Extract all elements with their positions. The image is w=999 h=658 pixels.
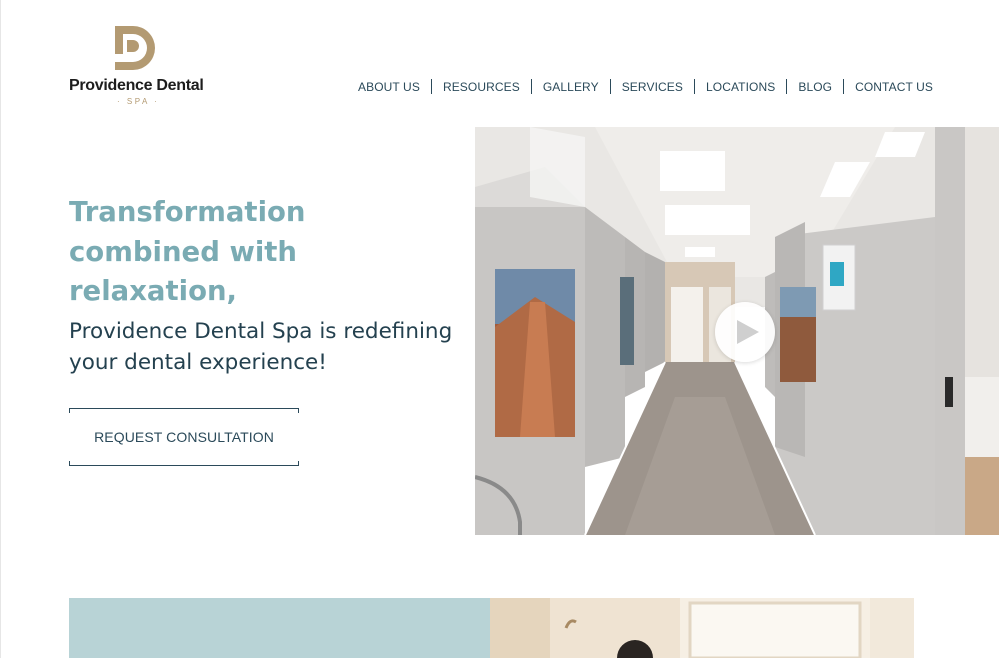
lower-interior-image: [490, 598, 914, 658]
subhead-line-2: your dental experience!: [69, 350, 327, 375]
nav-gallery[interactable]: GALLERY: [543, 80, 599, 94]
lower-accent-panel: [69, 598, 490, 658]
request-consultation-button[interactable]: REQUEST CONSULTATION: [69, 408, 299, 466]
page-edge-rule: [0, 0, 1, 658]
brand-name: Providence Dental: [69, 77, 204, 94]
nav-separator: [843, 79, 845, 94]
nav-separator: [786, 79, 788, 94]
headline-line-1: Transformation: [69, 196, 306, 228]
subhead-line-1: Providence Dental Spa is redefining: [69, 319, 453, 344]
nav-locations[interactable]: LOCATIONS: [706, 80, 775, 94]
interior-illustration: [490, 598, 914, 658]
headline-line-2: combined with: [69, 235, 298, 268]
nav-blog[interactable]: BLOG: [798, 80, 832, 94]
nav-contact-us[interactable]: CONTACT US: [855, 80, 933, 94]
play-icon: [737, 320, 759, 344]
headline-line-3: relaxation,: [69, 275, 237, 307]
hero-headline: Transformation combined with relaxation,: [69, 193, 449, 312]
nav-services[interactable]: SERVICES: [622, 80, 683, 94]
logo-mark-icon: [115, 26, 155, 70]
nav-separator: [430, 79, 432, 94]
hero-subhead: Providence Dental Spa is redefining your…: [69, 316, 469, 378]
nav-separator: [609, 79, 611, 94]
nav-separator: [530, 79, 532, 94]
video-play-button[interactable]: [715, 302, 775, 362]
nav-separator: [693, 79, 695, 94]
hero-hallway-image: [475, 127, 999, 535]
nav-about-us[interactable]: ABOUT US: [358, 80, 420, 94]
brand-sub: · SPA ·: [117, 97, 160, 106]
nav-resources[interactable]: RESOURCES: [443, 80, 520, 94]
main-nav: ABOUT US RESOURCES GALLERY SERVICES LOCA…: [358, 79, 933, 94]
